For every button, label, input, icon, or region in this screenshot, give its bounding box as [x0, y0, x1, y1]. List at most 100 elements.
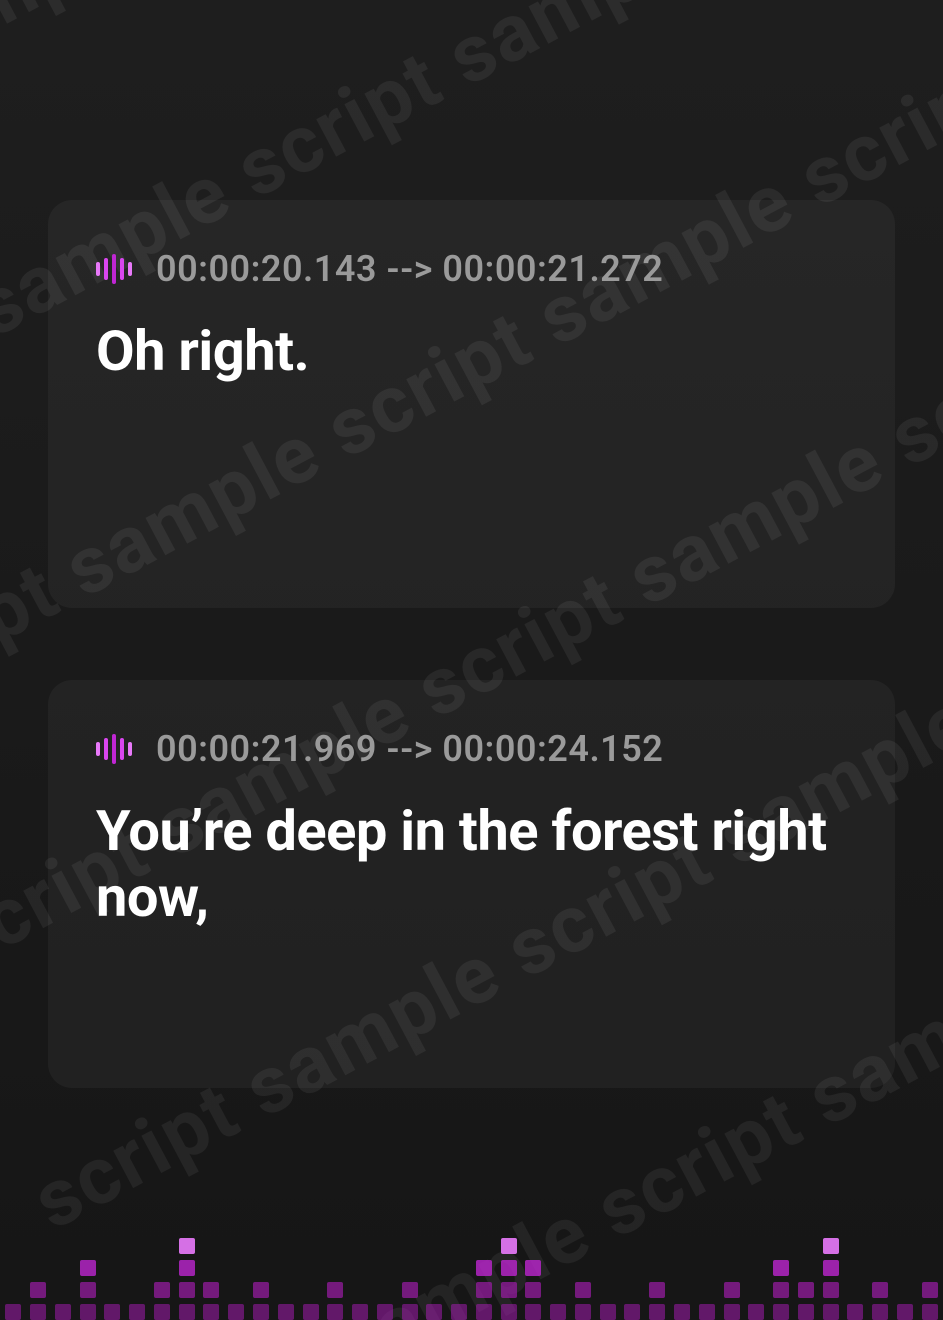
equalizer-dot [823, 1282, 839, 1298]
equalizer-column [524, 1260, 543, 1320]
cue-arrow: --> [386, 728, 433, 770]
equalizer-dot [402, 1282, 418, 1298]
equalizer-dot [600, 1304, 616, 1320]
equalizer-dot [402, 1304, 418, 1320]
equalizer-dot [203, 1304, 219, 1320]
waveform-icon [96, 253, 132, 285]
equalizer-column [29, 1282, 48, 1320]
equalizer-dot [179, 1238, 195, 1254]
content-area: 00:00:20.143 --> 00:00:21.272 Oh right. … [0, 0, 943, 1320]
equalizer-dot [872, 1304, 888, 1320]
equalizer-dot [253, 1304, 269, 1320]
equalizer-dot [129, 1304, 145, 1320]
equalizer-dot [327, 1304, 343, 1320]
equalizer-dot [724, 1304, 740, 1320]
equalizer-decoration [0, 1180, 943, 1320]
equalizer-dot [55, 1304, 71, 1320]
equalizer-column [202, 1282, 221, 1320]
equalizer-column [400, 1282, 419, 1320]
equalizer-dot [377, 1304, 393, 1320]
equalizer-dot [550, 1304, 566, 1320]
equalizer-column [871, 1282, 890, 1320]
equalizer-column [549, 1304, 568, 1320]
cue-text: Oh right. [96, 318, 847, 384]
equalizer-dot [80, 1282, 96, 1298]
equalizer-column [499, 1238, 518, 1320]
equalizer-column [4, 1304, 23, 1320]
equalizer-column [375, 1304, 394, 1320]
equalizer-column [78, 1260, 97, 1320]
equalizer-dot [501, 1238, 517, 1254]
equalizer-column [475, 1260, 494, 1320]
equalizer-column [301, 1304, 320, 1320]
equalizer-dot [179, 1260, 195, 1276]
equalizer-dot [476, 1282, 492, 1298]
equalizer-dot [872, 1282, 888, 1298]
cue-text: You’re deep in the forest right now, [96, 798, 847, 930]
equalizer-dot [922, 1282, 938, 1298]
equalizer-dot [823, 1238, 839, 1254]
cue-arrow: --> [386, 248, 433, 290]
equalizer-dot [104, 1304, 120, 1320]
equalizer-column [252, 1282, 271, 1320]
equalizer-dot [823, 1304, 839, 1320]
cue-meta-row: 00:00:20.143 --> 00:00:21.272 [96, 248, 847, 290]
equalizer-column [177, 1238, 196, 1320]
equalizer-dot [773, 1260, 789, 1276]
cue-timestamp: 00:00:20.143 --> 00:00:21.272 [156, 248, 663, 290]
equalizer-dot [30, 1282, 46, 1298]
equalizer-dot [624, 1304, 640, 1320]
equalizer-dot [922, 1304, 938, 1320]
equalizer-dot [253, 1282, 269, 1298]
equalizer-dot [798, 1304, 814, 1320]
equalizer-dot [80, 1304, 96, 1320]
equalizer-dot [327, 1282, 343, 1298]
equalizer-column [103, 1304, 122, 1320]
equalizer-dot [525, 1260, 541, 1276]
equalizer-dot [179, 1304, 195, 1320]
equalizer-dot [674, 1304, 690, 1320]
equalizer-dot [649, 1282, 665, 1298]
equalizer-dot [649, 1304, 665, 1320]
equalizer-column [53, 1304, 72, 1320]
equalizer-dot [80, 1260, 96, 1276]
equalizer-dot [476, 1304, 492, 1320]
equalizer-column [153, 1282, 172, 1320]
equalizer-dot [525, 1282, 541, 1298]
equalizer-dot [501, 1260, 517, 1276]
equalizer-dot [451, 1304, 467, 1320]
equalizer-dot [798, 1282, 814, 1298]
equalizer-dot [501, 1282, 517, 1298]
equalizer-dot [303, 1304, 319, 1320]
equalizer-dot [773, 1282, 789, 1298]
equalizer-column [821, 1238, 840, 1320]
equalizer-column [648, 1282, 667, 1320]
equalizer-dot [847, 1304, 863, 1320]
equalizer-dot [724, 1282, 740, 1298]
equalizer-dot [501, 1304, 517, 1320]
equalizer-column [227, 1304, 246, 1320]
equalizer-dot [278, 1304, 294, 1320]
equalizer-dot [228, 1304, 244, 1320]
equalizer-dot [30, 1304, 46, 1320]
equalizer-column [351, 1304, 370, 1320]
cue-end: 00:00:24.152 [442, 728, 663, 770]
equalizer-dot [748, 1304, 764, 1320]
equalizer-column [896, 1304, 915, 1320]
equalizer-dot [154, 1304, 170, 1320]
equalizer-column [920, 1282, 939, 1320]
equalizer-dot [699, 1304, 715, 1320]
equalizer-column [425, 1304, 444, 1320]
equalizer-column [747, 1304, 766, 1320]
equalizer-dot [897, 1304, 913, 1320]
equalizer-dot [575, 1282, 591, 1298]
equalizer-column [623, 1304, 642, 1320]
subtitle-card: 00:00:20.143 --> 00:00:21.272 Oh right. [48, 200, 895, 608]
waveform-icon [96, 733, 132, 765]
equalizer-column [326, 1282, 345, 1320]
equalizer-column [598, 1304, 617, 1320]
equalizer-dot [575, 1304, 591, 1320]
equalizer-column [796, 1282, 815, 1320]
cue-end: 00:00:21.272 [442, 248, 663, 290]
cue-meta-row: 00:00:21.969 --> 00:00:24.152 [96, 728, 847, 770]
